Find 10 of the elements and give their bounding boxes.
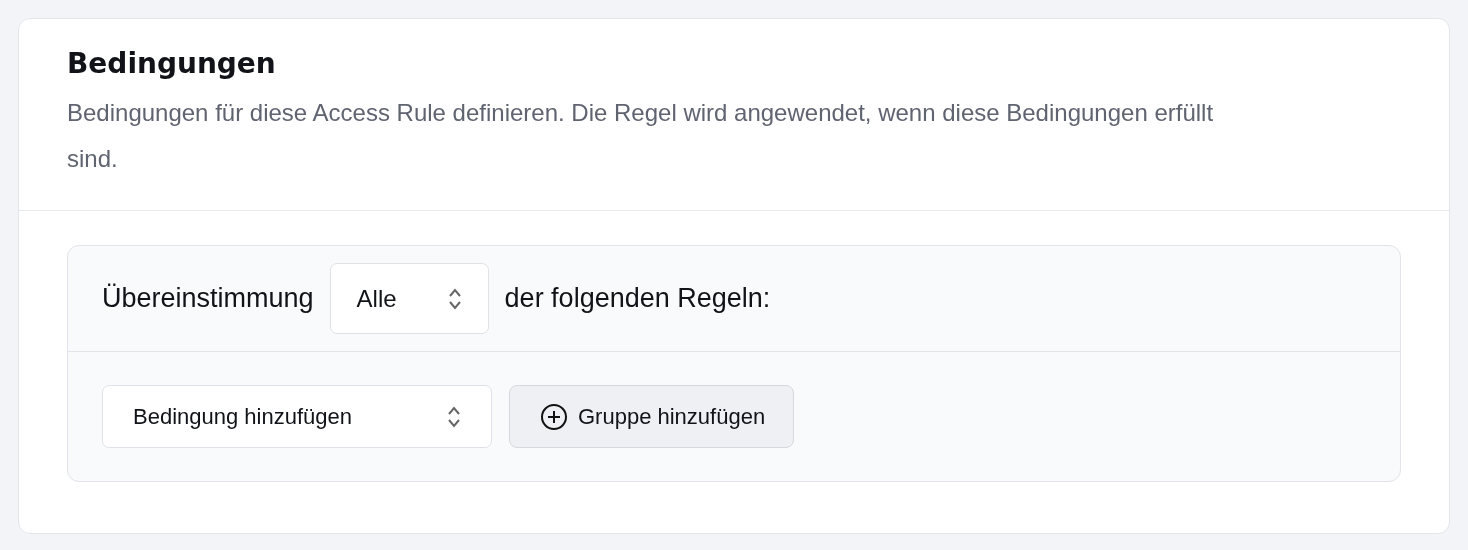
match-label: Übereinstimmung xyxy=(102,283,314,314)
chevron-up-down-icon xyxy=(447,286,462,311)
card-description: Bedingungen für diese Access Rule definieren. Die Regel wird angewendet, wenn diese Bedingungen erfüllt sind. xyxy=(67,98,1215,174)
match-select[interactable]: Alle xyxy=(329,263,489,334)
add-condition-select[interactable]: Bedingung hinzufügen xyxy=(102,385,492,448)
plus-circle-icon xyxy=(540,402,568,431)
card-title: Bedingungen xyxy=(67,47,277,80)
rules-label: der folgenden Regeln: xyxy=(504,283,771,314)
chevron-up-down-icon xyxy=(447,404,461,429)
add-group-button[interactable]: Gruppe hinzufügen xyxy=(509,385,795,448)
